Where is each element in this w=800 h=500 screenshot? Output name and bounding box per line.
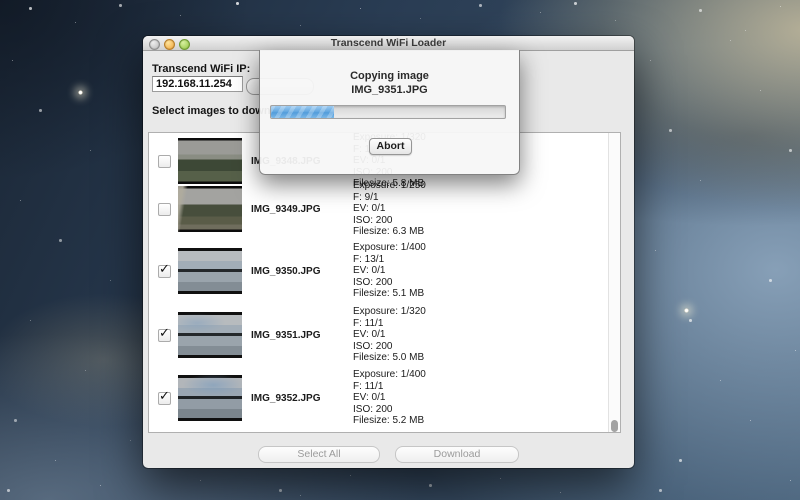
image-thumbnail	[178, 186, 242, 232]
image-row[interactable]: IMG_9350.JPG Exposure: 1/400 F: 13/1 EV:…	[149, 242, 607, 300]
sheet-title: Copying image	[260, 70, 519, 82]
image-list: IMG_9348.JPG Exposure: 1/320 F: 10/1 EV:…	[148, 132, 621, 433]
image-thumbnail	[178, 138, 242, 184]
image-filename: IMG_9351.JPG	[251, 330, 346, 341]
image-filename: IMG_9350.JPG	[251, 266, 346, 277]
bright-star	[684, 308, 689, 313]
image-row[interactable]: IMG_9349.JPG Exposure: 1/250 F: 9/1 EV: …	[149, 180, 607, 238]
image-row[interactable]: IMG_9351.JPG Exposure: 1/320 F: 11/1 EV:…	[149, 306, 607, 364]
abort-button[interactable]: Abort	[369, 138, 412, 155]
image-thumbnail	[178, 375, 242, 421]
image-checkbox[interactable]	[158, 265, 171, 278]
ip-field-label: Transcend WiFi IP:	[152, 63, 250, 75]
image-thumbnail	[178, 312, 242, 358]
image-exif-details: Exposure: 1/250 F: 9/1 EV: 0/1 ISO: 200 …	[353, 180, 426, 238]
image-filename: IMG_9349.JPG	[251, 204, 346, 215]
image-checkbox[interactable]	[158, 155, 171, 168]
image-exif-details: Exposure: 1/400 F: 11/1 EV: 0/1 ISO: 200…	[353, 369, 426, 427]
image-exif-details: Exposure: 1/400 F: 13/1 EV: 0/1 ISO: 200…	[353, 242, 426, 300]
star-field	[0, 0, 1, 1]
window-title: Transcend WiFi Loader	[143, 37, 634, 49]
scrollbar-thumb[interactable]	[611, 420, 618, 432]
bright-star	[78, 90, 83, 95]
image-filename: IMG_9352.JPG	[251, 393, 346, 404]
select-all-button[interactable]: Select All	[258, 446, 380, 463]
desktop-wallpaper: Transcend WiFi Loader Transcend WiFi IP:…	[0, 0, 800, 500]
scrollbar-track[interactable]	[608, 133, 620, 432]
sheet-filename: IMG_9351.JPG	[260, 84, 519, 96]
progress-fill	[271, 106, 334, 118]
image-row[interactable]: IMG_9352.JPG Exposure: 1/400 F: 11/1 EV:…	[149, 369, 607, 427]
ip-input[interactable]	[152, 76, 243, 92]
image-checkbox[interactable]	[158, 392, 171, 405]
window-titlebar[interactable]: Transcend WiFi Loader	[143, 36, 634, 51]
image-exif-details: Exposure: 1/320 F: 11/1 EV: 0/1 ISO: 200…	[353, 306, 426, 364]
progress-bar	[270, 105, 506, 119]
image-checkbox[interactable]	[158, 203, 171, 216]
copy-progress-sheet: Copying image IMG_9351.JPG Abort	[259, 50, 520, 175]
image-checkbox[interactable]	[158, 329, 171, 342]
download-button[interactable]: Download	[395, 446, 519, 463]
image-thumbnail	[178, 248, 242, 294]
